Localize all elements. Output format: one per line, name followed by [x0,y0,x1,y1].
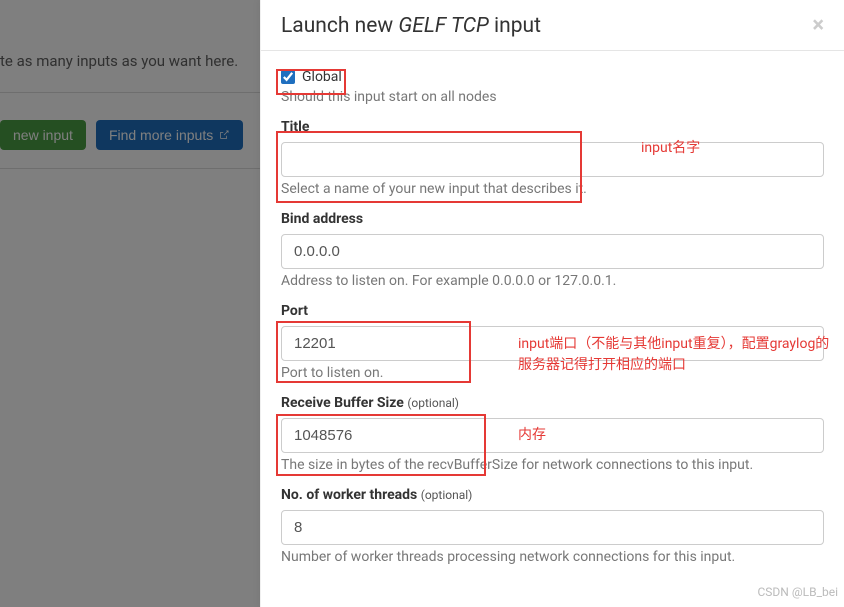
title-input[interactable] [281,142,824,177]
external-link-icon [218,129,230,141]
worker-threads-label: No. of worker threads (optional) [281,487,824,503]
port-help: Port to listen on. [281,365,824,381]
find-more-inputs-label: Find more inputs [109,127,213,143]
global-help: Should this input start on all nodes [281,89,824,105]
recv-buffer-help: The size in bytes of the recvBufferSize … [281,457,824,473]
recv-buffer-label: Receive Buffer Size (optional) [281,395,824,411]
divider [0,168,260,169]
watermark: CSDN @LB_bei [758,585,839,599]
bind-address-label: Bind address [281,211,824,227]
global-checkbox[interactable] [281,70,295,84]
launch-input-modal: Launch new GELF TCP input × Global Shoul… [260,0,844,607]
launch-new-input-button[interactable]: new input [0,120,86,150]
modal-title: Launch new GELF TCP input [281,14,541,38]
find-more-inputs-button[interactable]: Find more inputs [96,120,243,150]
bind-address-help: Address to listen on. For example 0.0.0.… [281,273,824,289]
title-label: Title [281,119,824,135]
close-icon[interactable]: × [812,15,824,37]
global-label: Global [302,69,342,85]
worker-threads-help: Number of worker threads processing netw… [281,549,824,565]
port-label: Port [281,303,824,319]
bind-address-input[interactable] [281,234,824,269]
page-intro-text: te as many inputs as you want here. [0,52,238,70]
worker-threads-input[interactable] [281,510,824,545]
recv-buffer-input[interactable] [281,418,824,453]
divider [0,92,260,93]
port-input[interactable] [281,326,824,361]
title-help: Select a name of your new input that des… [281,181,824,197]
